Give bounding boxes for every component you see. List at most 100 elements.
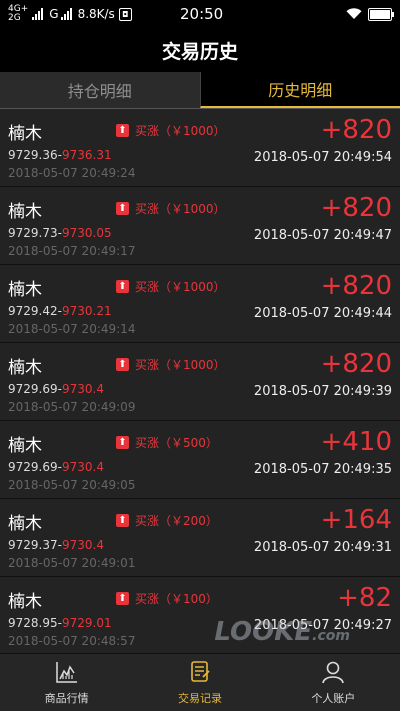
product-name: 楠木 [8, 358, 42, 378]
close-price: 9730.21 [61, 304, 112, 318]
arrow-up-icon: ⬆ [116, 514, 129, 527]
close-price: 9736.31 [61, 148, 112, 162]
arrow-up-icon: ⬆ [116, 358, 129, 371]
price-range: 9729.36-9736.31 [8, 148, 112, 162]
bottom-nav: 商品行情 交易记录 个人账户 [0, 653, 400, 711]
trade-row[interactable]: 楠木 ⬆ 买涨（￥1000） 9729.42-9730.21 2018-05-07 20… [0, 265, 400, 343]
open-time: 2018-05-07 20:49:24 [8, 166, 136, 180]
profit-amount: +820 [320, 349, 392, 379]
trade-row[interactable]: 楠木 ⬆ 买涨（￥1000） 9729.69-9730.4 2018-05-07 20:… [0, 343, 400, 421]
network-type: 4G+ 2G [8, 5, 28, 23]
trade-row[interactable]: 楠木 ⬆ 买涨（￥1000） 9729.36-9736.31 2018-05-07 20… [0, 109, 400, 187]
open-time: 2018-05-07 20:49:14 [8, 322, 136, 336]
direction-label: 买涨（￥1000） [135, 280, 226, 294]
close-time: 2018-05-07 20:49:39 [253, 384, 392, 399]
close-time: 2018-05-07 20:49:31 [253, 540, 392, 555]
price-range: 9729.69-9730.4 [8, 382, 104, 396]
direction-label: 买涨（￥1000） [135, 202, 226, 216]
trade-row[interactable]: 楠木 ⬆ 买涨（￥1000） 9729.73-9730.05 2018-05-07 20… [0, 187, 400, 265]
carrier-label: G [49, 7, 59, 21]
close-price: 9729.01 [61, 616, 112, 630]
close-time: 2018-05-07 20:49:44 [253, 306, 392, 321]
price-range: 9729.37-9730.4 [8, 538, 104, 552]
tab-history[interactable]: 历史明细 [199, 72, 400, 108]
record-icon [187, 659, 213, 690]
status-time: 20:50 [180, 5, 224, 23]
battery-icon [368, 7, 394, 21]
watermark-logo: LOOKE.com [214, 617, 350, 647]
nav-item-records[interactable]: 交易记录 [133, 654, 266, 711]
arrow-up-icon: ⬆ [116, 124, 129, 137]
product-name: 楠木 [8, 124, 42, 144]
direction-label: 买涨（￥200） [135, 514, 218, 528]
nav-item-market[interactable]: 商品行情 [0, 654, 133, 711]
direction-badge: ⬆ 买涨（￥500） [116, 434, 218, 451]
tab-positions[interactable]: 持仓明细 [0, 72, 200, 108]
direction-label: 买涨（￥500） [135, 436, 218, 450]
direction-label: 买涨（￥1000） [135, 124, 226, 138]
price-range: 9729.73-9730.05 [8, 226, 112, 240]
product-name: 楠木 [8, 514, 42, 534]
direction-badge: ⬆ 买涨（￥1000） [116, 278, 226, 295]
user-icon [320, 659, 346, 690]
open-price: 9729.36 [8, 148, 58, 162]
direction-label: 买涨（￥1000） [135, 358, 226, 372]
notification-icon: ◘ [118, 7, 132, 21]
direction-badge: ⬆ 买涨（￥1000） [116, 356, 226, 373]
arrow-up-icon: ⬆ [116, 436, 129, 449]
tab-bar: 持仓明细 历史明细 [0, 72, 400, 109]
profit-amount: +82 [337, 583, 392, 613]
trade-row[interactable]: 楠木 ⬆ 买涨（￥500） 9729.69-9730.4 2018-05-07 20:4… [0, 421, 400, 499]
nav-item-account[interactable]: 个人账户 [267, 654, 400, 711]
open-time: 2018-05-07 20:49:05 [8, 478, 136, 492]
open-time: 2018-05-07 20:49:17 [8, 244, 136, 258]
nav-label: 商品行情 [44, 692, 89, 705]
profit-amount: +410 [320, 427, 392, 457]
arrow-up-icon: ⬆ [116, 202, 129, 215]
trade-list: 楠木 ⬆ 买涨（￥1000） 9729.36-9736.31 2018-05-07 20… [0, 109, 400, 655]
network-speed: 8.8K/s [77, 7, 115, 21]
arrow-up-icon: ⬆ [116, 592, 129, 605]
price-range: 9729.42-9730.21 [8, 304, 112, 318]
close-time: 2018-05-07 20:49:47 [253, 228, 392, 243]
direction-badge: ⬆ 买涨（￥1000） [116, 122, 226, 139]
page-title: 交易历史 [0, 28, 400, 72]
close-time: 2018-05-07 20:49:54 [253, 150, 392, 165]
open-time: 2018-05-07 20:48:57 [8, 634, 136, 648]
profit-amount: +820 [320, 115, 392, 145]
chart-icon [54, 659, 80, 690]
signal-icon-2 [60, 8, 72, 20]
profit-amount: +164 [320, 505, 392, 535]
profit-amount: +820 [320, 193, 392, 223]
product-name: 楠木 [8, 202, 42, 222]
product-name: 楠木 [8, 592, 42, 612]
nav-label: 个人账户 [311, 692, 356, 705]
close-price: 9730.4 [61, 382, 104, 396]
signal-icon [32, 8, 44, 20]
trade-row[interactable]: 楠木 ⬆ 买涨（￥200） 9729.37-9730.4 2018-05-07 20:4… [0, 499, 400, 577]
close-price: 9730.4 [61, 538, 104, 552]
network-type-bottom: 2G [8, 13, 21, 23]
open-time: 2018-05-07 20:49:09 [8, 400, 136, 414]
direction-label: 买涨（￥100） [135, 592, 218, 606]
wifi-icon [346, 8, 362, 19]
product-name: 楠木 [8, 280, 42, 300]
close-time: 2018-05-07 20:49:35 [253, 462, 392, 477]
open-time: 2018-05-07 20:49:01 [8, 556, 136, 570]
close-price: 9730.05 [61, 226, 112, 240]
direction-badge: ⬆ 买涨（￥1000） [116, 200, 226, 217]
battery-fill [370, 9, 390, 19]
product-name: 楠木 [8, 436, 42, 456]
open-price: 9729.69 [8, 382, 58, 396]
open-price: 9729.42 [8, 304, 58, 318]
arrow-up-icon: ⬆ [116, 280, 129, 293]
open-price: 9729.69 [8, 460, 58, 474]
nav-label: 交易记录 [177, 692, 222, 705]
open-price: 9729.37 [8, 538, 58, 552]
price-range: 9728.95-9729.01 [8, 616, 112, 630]
close-price: 9730.4 [61, 460, 104, 474]
direction-badge: ⬆ 买涨（￥100） [116, 590, 218, 607]
price-range: 9729.69-9730.4 [8, 460, 104, 474]
open-price: 9729.73 [8, 226, 58, 240]
open-price: 9728.95 [8, 616, 58, 630]
